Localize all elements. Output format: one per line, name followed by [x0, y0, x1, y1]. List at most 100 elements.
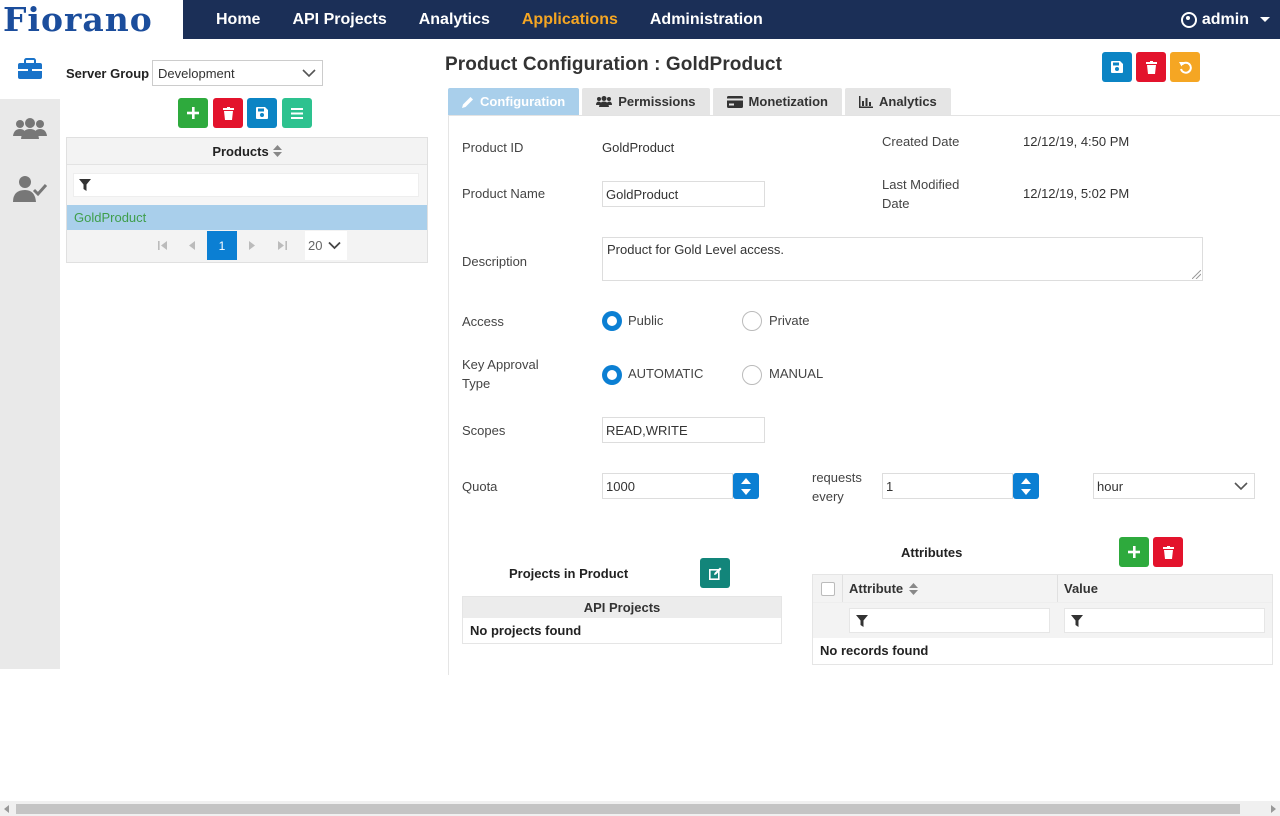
horizontal-scrollbar[interactable]: [0, 801, 1280, 816]
tab-permissions[interactable]: Permissions: [582, 88, 710, 115]
key-manual-label[interactable]: MANUAL: [769, 364, 823, 383]
attribute-filter-input[interactable]: [849, 608, 1050, 633]
rail-item-approvals[interactable]: [0, 159, 60, 219]
key-automatic-radio[interactable]: [602, 365, 622, 385]
chevron-left-icon: [189, 241, 195, 250]
description-label: Description: [462, 254, 528, 269]
scroll-right-icon[interactable]: [1271, 805, 1276, 813]
attributes-header-row: Attribute Value: [813, 575, 1272, 638]
nav-applications[interactable]: Applications: [506, 0, 634, 39]
rail-item-groups[interactable]: [0, 99, 60, 159]
nav-api-projects[interactable]: API Projects: [276, 0, 402, 39]
tab-configuration-label: Configuration: [480, 94, 566, 109]
attribute-column-header[interactable]: Attribute: [849, 575, 919, 602]
tab-analytics[interactable]: Analytics: [844, 88, 951, 115]
nav-analytics[interactable]: Analytics: [403, 0, 506, 39]
arrow-up-icon: [741, 478, 751, 484]
attributes-section-title: Attributes: [901, 545, 963, 560]
filter-icon: [79, 179, 91, 191]
chevron-down-icon: [328, 241, 342, 250]
next-page-button[interactable]: [237, 231, 267, 260]
filter-icon: [1071, 614, 1083, 627]
tabs-divider: [448, 115, 1280, 116]
scroll-left-icon[interactable]: [4, 805, 9, 813]
save-config-button[interactable]: [1102, 52, 1132, 82]
trash-icon: [1162, 545, 1174, 559]
prev-page-button[interactable]: [177, 231, 207, 260]
chevron-down-icon: [1234, 482, 1248, 491]
trash-icon: [1145, 60, 1157, 74]
delete-config-button[interactable]: [1136, 52, 1166, 82]
projects-section-title: Projects in Product: [509, 566, 629, 581]
product-name-label: Product Name: [462, 186, 546, 201]
list-icon: [291, 107, 303, 119]
product-id-label: Product ID: [462, 140, 524, 155]
trash-icon: [222, 106, 234, 120]
products-column-header[interactable]: Products: [67, 138, 427, 165]
quota-input[interactable]: 1000: [602, 473, 733, 499]
last-modified-label-1: Last Modified: [882, 177, 960, 192]
fiorano-logo[interactable]: Fiorano: [0, 0, 183, 39]
attribute-column-label: Attribute: [849, 581, 904, 596]
delete-product-button[interactable]: [213, 98, 243, 128]
time-unit-select[interactable]: hour: [1093, 473, 1255, 499]
access-label: Access: [462, 314, 504, 329]
sort-icon: [272, 145, 282, 157]
access-private-radio[interactable]: [742, 311, 762, 331]
chevron-right-icon: [249, 241, 255, 250]
tab-monetization-label: Monetization: [748, 94, 828, 109]
access-public-label[interactable]: Public: [628, 311, 663, 330]
delete-attribute-button[interactable]: [1153, 537, 1183, 567]
tab-monetization[interactable]: Monetization: [712, 88, 842, 115]
edit-projects-button[interactable]: [700, 558, 730, 588]
value-column-label: Value: [1064, 581, 1098, 596]
value-column-header[interactable]: Value: [1064, 575, 1098, 602]
last-modified-label-2: Date: [882, 196, 910, 211]
interval-stepper[interactable]: [1013, 473, 1039, 499]
nav-administration[interactable]: Administration: [634, 0, 779, 39]
created-date-label: Created Date: [882, 134, 960, 149]
resize-handle-icon[interactable]: [1192, 270, 1201, 279]
tab-permissions-label: Permissions: [618, 94, 696, 109]
last-page-button[interactable]: [267, 231, 297, 260]
first-page-button[interactable]: [147, 231, 177, 260]
select-all-checkbox[interactable]: [821, 582, 835, 596]
server-group-select[interactable]: Development: [152, 60, 323, 86]
plus-icon: [187, 107, 199, 119]
nav-home[interactable]: Home: [200, 0, 276, 39]
current-page-button[interactable]: 1: [207, 231, 237, 260]
quota-stepper[interactable]: [733, 473, 759, 499]
scrollbar-thumb[interactable]: [16, 804, 1240, 814]
key-manual-radio[interactable]: [742, 365, 762, 385]
page-size-select[interactable]: 20: [305, 231, 347, 260]
save-product-button[interactable]: [247, 98, 277, 128]
add-product-button[interactable]: [178, 98, 208, 128]
value-filter-input[interactable]: [1064, 608, 1265, 633]
access-private-label[interactable]: Private: [769, 311, 809, 330]
product-row-goldproduct[interactable]: GoldProduct: [67, 205, 427, 230]
undo-icon: [1178, 61, 1192, 74]
save-icon: [1111, 61, 1123, 73]
interval-input[interactable]: 1: [882, 473, 1013, 499]
plus-icon: [1128, 546, 1140, 558]
attributes-filter-row: [813, 602, 1272, 638]
access-public-radio[interactable]: [602, 311, 622, 331]
products-filter-input[interactable]: [73, 173, 419, 197]
product-name-input[interactable]: GoldProduct: [602, 181, 765, 207]
projects-empty-message: No projects found: [470, 623, 582, 638]
api-projects-column-header[interactable]: API Projects: [463, 597, 781, 618]
reset-config-button[interactable]: [1170, 52, 1200, 82]
scopes-input[interactable]: READ,WRITE: [602, 417, 765, 443]
edit-icon: [708, 567, 721, 580]
user-menu[interactable]: admin: [1180, 0, 1270, 39]
last-page-icon: [277, 241, 287, 250]
description-textarea[interactable]: Product for Gold Level access.: [602, 237, 1203, 281]
tab-configuration[interactable]: Configuration: [448, 88, 580, 115]
rail-item-applications[interactable]: [0, 39, 60, 99]
arrow-down-icon: [1021, 489, 1031, 495]
key-automatic-label[interactable]: AUTOMATIC: [628, 364, 703, 383]
add-attribute-button[interactable]: [1119, 537, 1149, 567]
filter-icon: [856, 614, 868, 627]
list-view-button[interactable]: [282, 98, 312, 128]
quota-label: Quota: [462, 479, 498, 494]
